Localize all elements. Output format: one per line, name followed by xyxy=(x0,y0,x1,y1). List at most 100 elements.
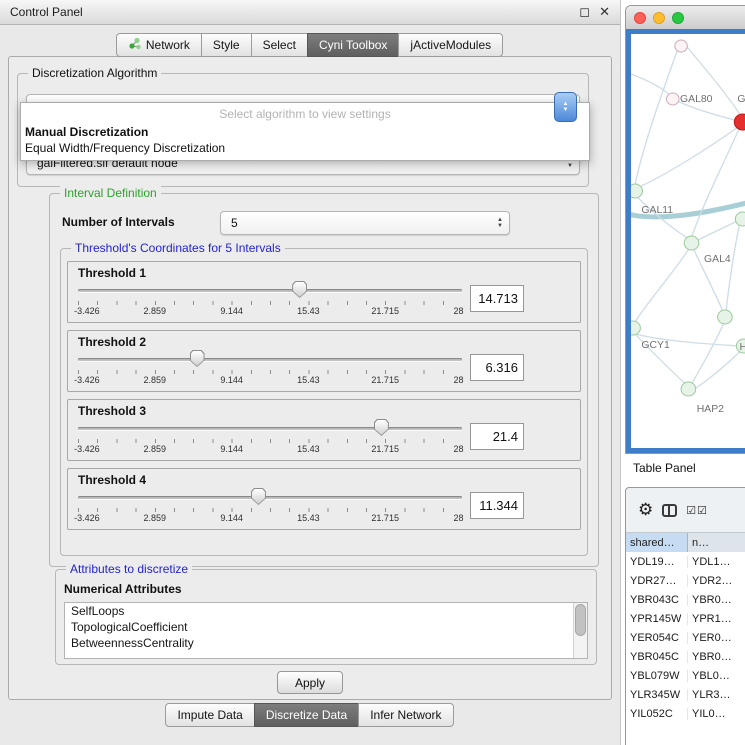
slider-track[interactable] xyxy=(78,427,462,430)
threshold-slider[interactable] xyxy=(78,281,462,299)
network-canvas[interactable]: GAL80GAGAL11GAL4GCY1HHAP2 xyxy=(626,29,745,453)
slider-track[interactable] xyxy=(78,358,462,361)
table-cell-shared-name[interactable]: YPR145W xyxy=(626,613,688,625)
tab-cyni-toolbox[interactable]: Cyni Toolbox xyxy=(307,33,399,57)
network-edge[interactable] xyxy=(692,128,740,237)
network-node-selected[interactable] xyxy=(734,114,745,130)
threshold-slider[interactable] xyxy=(78,419,462,437)
network-edge[interactable] xyxy=(641,126,739,186)
table-cell-name[interactable]: YPR1… xyxy=(688,613,745,625)
table-row[interactable]: YPR145W YPR1… xyxy=(626,609,745,628)
combobox-stepper[interactable]: ▲ ▼ xyxy=(491,217,503,229)
table-cell-name[interactable]: YER0… xyxy=(688,632,745,644)
gear-icon[interactable]: ⚙ xyxy=(638,500,653,520)
table-row[interactable]: YLR345W YLR3… xyxy=(626,685,745,704)
table-row[interactable]: YBL079W YBL0… xyxy=(626,666,745,685)
threshold-value-field[interactable]: 21.4 xyxy=(470,423,524,450)
table-row[interactable]: YBR043C YBR0… xyxy=(626,590,745,609)
close-traffic-light[interactable] xyxy=(634,12,646,24)
table-row[interactable]: YDL19… YDL1… xyxy=(626,552,745,571)
network-node[interactable] xyxy=(666,93,679,105)
tab-jactivemodules[interactable]: jActiveModules xyxy=(398,33,503,57)
select-columns-icon[interactable]: ☑☑ xyxy=(686,504,708,517)
table-cell-name[interactable]: YIL0… xyxy=(688,708,745,720)
dropdown-item-manual-discretization[interactable]: Manual Discretization xyxy=(21,124,589,140)
table-cell-name[interactable]: YBR0… xyxy=(688,651,745,663)
table-row[interactable]: YDR27… YDR2… xyxy=(626,571,745,590)
slider-track[interactable] xyxy=(78,496,462,499)
table-cell-shared-name[interactable]: YDR27… xyxy=(626,575,688,587)
threshold-slider[interactable] xyxy=(78,488,462,506)
network-node[interactable] xyxy=(631,184,642,198)
tab-select[interactable]: Select xyxy=(251,33,308,57)
slider-track[interactable] xyxy=(78,289,462,292)
numerical-attributes-label: Numerical Attributes xyxy=(64,582,182,596)
table-row[interactable]: YIL052C YIL0… xyxy=(626,704,745,723)
table-panel-toolbar: ⚙ ☑☑ xyxy=(626,488,745,532)
table-cell-shared-name[interactable]: YBL079W xyxy=(626,670,688,682)
scrollbar-thumb[interactable] xyxy=(575,604,586,636)
threshold-value-field[interactable]: 11.344 xyxy=(470,492,524,519)
axis-tick-label: 28 xyxy=(453,306,463,316)
network-edge[interactable] xyxy=(635,248,689,322)
network-node[interactable] xyxy=(675,40,688,52)
column-header-shared-name[interactable]: shared… xyxy=(626,533,688,552)
axis-tick-label: 15.43 xyxy=(297,513,320,523)
table-header-row: shared… n… xyxy=(626,532,745,553)
table-cell-name[interactable]: YLR3… xyxy=(688,689,745,701)
number-of-intervals-combobox[interactable]: 5 ▲ ▼ xyxy=(220,211,510,235)
tab-impute-data[interactable]: Impute Data xyxy=(165,703,254,727)
threshold-slider[interactable] xyxy=(78,350,462,368)
network-edge[interactable] xyxy=(631,72,673,97)
number-of-intervals-label: Number of Intervals xyxy=(62,215,175,229)
table-cell-shared-name[interactable]: YLR345W xyxy=(626,689,688,701)
threshold-value-field[interactable]: 6.316 xyxy=(470,354,524,381)
attribute-list-item[interactable]: BetweennessCentrality xyxy=(65,635,587,651)
slider-thumb[interactable] xyxy=(374,419,389,436)
threshold-value-field[interactable]: 14.713 xyxy=(470,285,524,312)
list-scrollbar[interactable] xyxy=(573,603,587,658)
table-cell-shared-name[interactable]: YER054C xyxy=(626,632,688,644)
tab-style[interactable]: Style xyxy=(201,33,252,57)
apply-button[interactable]: Apply xyxy=(277,671,343,694)
slider-thumb[interactable] xyxy=(190,350,205,367)
attribute-list-item[interactable]: SelfLoops xyxy=(65,603,587,619)
columns-icon[interactable] xyxy=(662,504,677,517)
slider-thumb[interactable] xyxy=(292,281,307,298)
table-cell-shared-name[interactable]: YBR045C xyxy=(626,651,688,663)
network-edge[interactable] xyxy=(692,323,724,384)
tab-discretize-data[interactable]: Discretize Data xyxy=(254,703,359,727)
combobox-stepper[interactable]: ▲ ▼ xyxy=(554,92,577,122)
numerical-attributes-list: SelfLoopsTopologicalCoefficientBetweenne… xyxy=(64,602,588,659)
minimize-traffic-light[interactable] xyxy=(653,12,665,24)
dropdown-item-equal-width-frequency[interactable]: Equal Width/Frequency Discretization xyxy=(21,140,589,156)
table-cell-shared-name[interactable]: YBR043C xyxy=(626,594,688,606)
column-header-name[interactable]: n… xyxy=(688,533,745,552)
close-icon[interactable]: ✕ xyxy=(599,4,610,20)
control-panel-title: Control Panel xyxy=(10,5,83,19)
attribute-list-item[interactable]: TopologicalCoefficient xyxy=(65,619,587,635)
table-row[interactable]: YBR045C YBR0… xyxy=(626,647,745,666)
network-node[interactable] xyxy=(735,212,745,226)
axis-tick-label: -3.426 xyxy=(74,444,100,454)
table-cell-name[interactable]: YBL0… xyxy=(688,670,745,682)
table-cell-shared-name[interactable]: YDL19… xyxy=(626,556,688,568)
tab-network[interactable]: Network xyxy=(116,33,202,57)
network-edge[interactable] xyxy=(726,224,740,312)
table-cell-name[interactable]: YDL1… xyxy=(688,556,745,568)
network-node[interactable] xyxy=(684,236,699,250)
float-icon[interactable]: ◻ xyxy=(579,4,590,20)
network-node[interactable] xyxy=(631,321,640,335)
zoom-traffic-light[interactable] xyxy=(672,12,684,24)
network-edge[interactable] xyxy=(635,40,681,184)
table-cell-name[interactable]: YBR0… xyxy=(688,594,745,606)
network-node[interactable] xyxy=(681,382,696,396)
tab-infer-network[interactable]: Infer Network xyxy=(358,703,453,727)
axis-tick-label: 2.859 xyxy=(144,306,167,316)
network-node[interactable] xyxy=(718,310,733,324)
table-row[interactable]: YER054C YER0… xyxy=(626,628,745,647)
table-cell-shared-name[interactable]: YIL052C xyxy=(626,708,688,720)
network-edge[interactable] xyxy=(696,221,738,241)
slider-thumb[interactable] xyxy=(251,488,266,505)
table-cell-name[interactable]: YDR2… xyxy=(688,575,745,587)
